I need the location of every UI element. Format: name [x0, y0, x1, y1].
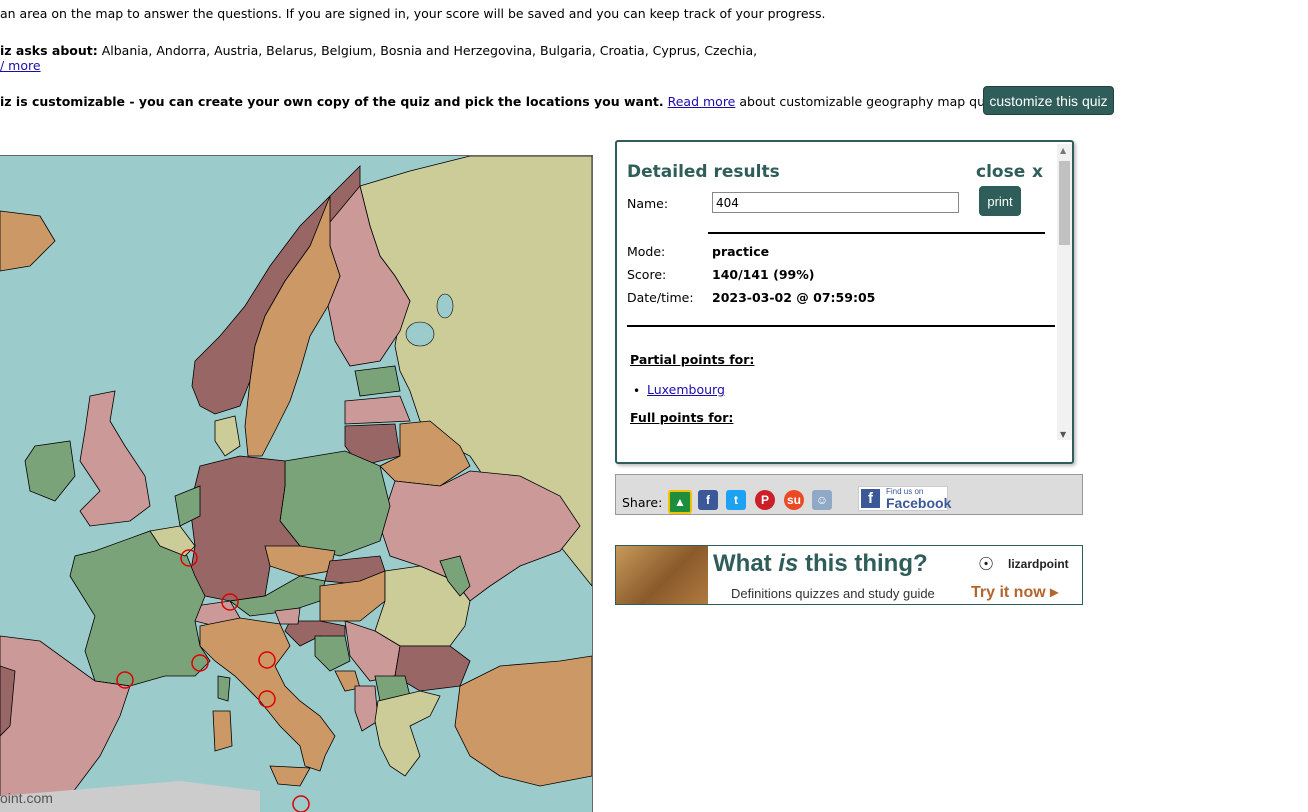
name-input[interactable]	[712, 192, 959, 213]
fb-name-text: Facebook	[886, 495, 952, 511]
read-more-link[interactable]: Read more	[668, 94, 736, 109]
scroll-up-icon[interactable]: ▲	[1060, 146, 1066, 155]
instruction-text: an area on the map to answer the questio…	[0, 6, 826, 21]
customizable-note: iz is customizable - you can create your…	[0, 94, 1020, 109]
map-region-latvia[interactable]	[344, 395, 411, 425]
full-points-heading: Full points for:	[630, 410, 734, 425]
map-credit: oint.com	[0, 790, 53, 806]
results-scroll-area[interactable]: Detailed results close x Name: print Mod…	[617, 142, 1057, 462]
map-region-iceland[interactable]	[0, 210, 56, 272]
divider	[708, 232, 1045, 234]
scrollbar-thumb[interactable]	[1059, 161, 1070, 245]
map-region-sardinia[interactable]	[212, 710, 233, 752]
datetime-label: Date/time:	[627, 290, 694, 305]
mode-label: Mode:	[627, 244, 666, 259]
mode-value: practice	[712, 244, 770, 259]
customizable-rest: about customizable geography map quizzes…	[735, 94, 1020, 109]
results-scrollbar[interactable]: ▲ ▼	[1057, 144, 1072, 440]
ad-cta-link[interactable]: Try it now ▸	[971, 582, 1058, 602]
map-region-greece[interactable]	[374, 690, 441, 777]
ad-banner[interactable]: What is this thing? Definitions quizzes …	[615, 545, 1083, 605]
lizardpoint-logo-icon: ☉	[978, 554, 995, 575]
print-button[interactable]: print	[979, 186, 1021, 216]
map-lake-onega	[436, 293, 454, 319]
ad-headline: What is this thing?	[713, 550, 928, 577]
map-region-denmark[interactable]	[214, 415, 241, 457]
map-region-ireland[interactable]	[24, 440, 76, 502]
share-label: Share:	[622, 495, 663, 510]
divider	[627, 325, 1055, 327]
map-region-france[interactable]	[69, 530, 211, 687]
map-lake-ladoga	[405, 321, 435, 347]
partial-item-link[interactable]: Luxembourg	[647, 382, 725, 397]
ad-subtitle: Definitions quizzes and study guide	[731, 586, 935, 601]
europe-map[interactable]	[0, 155, 593, 812]
stumbleupon-icon[interactable]: su	[784, 490, 804, 510]
map-region-corsica[interactable]	[217, 675, 231, 702]
map-region-czechia[interactable]	[264, 545, 336, 577]
name-label: Name:	[627, 196, 669, 211]
customizable-bold: iz is customizable - you can create your…	[0, 94, 664, 109]
share-bar: Share: ▲ f t P su ☺ f Find us on Faceboo…	[615, 474, 1083, 515]
map-region-bosnia[interactable]	[314, 635, 351, 672]
reddit-icon[interactable]: ☺	[812, 490, 832, 510]
ad-image	[616, 546, 708, 604]
scroll-down-icon[interactable]: ▼	[1060, 430, 1066, 439]
pinterest-icon[interactable]: P	[755, 490, 775, 510]
map-region-albania[interactable]	[354, 685, 379, 732]
score-value: 140/141 (99%)	[712, 267, 815, 282]
map-region-slovenia[interactable]	[274, 607, 301, 625]
ad-brand: lizardpoint	[1008, 557, 1069, 571]
map-region-germany[interactable]	[189, 455, 301, 602]
results-title: Detailed results	[627, 162, 780, 182]
facebook-icon[interactable]: f	[698, 490, 718, 510]
facebook-page-badge[interactable]: f Find us on Facebook	[858, 486, 952, 511]
asks-list: Albania, Andorra, Austria, Belarus, Belg…	[97, 43, 758, 58]
partial-points-heading: Partial points for:	[630, 352, 755, 367]
quiz-asks-about: iz asks about: Albania, Andorra, Austria…	[0, 43, 757, 58]
see-more-link[interactable]: / more	[0, 58, 41, 73]
google-classroom-icon[interactable]: ▲	[668, 490, 692, 514]
map-region-turkey[interactable]	[454, 655, 592, 787]
map-canvas[interactable]	[0, 156, 592, 812]
detailed-results-panel: Detailed results close x Name: print Mod…	[615, 140, 1074, 464]
asks-label: iz asks about:	[0, 43, 98, 58]
list-bullet: •	[633, 384, 641, 398]
score-label: Score:	[627, 267, 667, 282]
close-link[interactable]: close	[976, 162, 1025, 182]
facebook-logo-icon: f	[861, 489, 880, 508]
map-region-sicily[interactable]	[269, 765, 311, 787]
marker-circle[interactable]	[292, 795, 310, 812]
map-region-poland[interactable]	[279, 450, 391, 557]
datetime-value: 2023-03-02 @ 07:59:05	[712, 290, 876, 305]
map-region-uk[interactable]	[79, 390, 151, 527]
customize-quiz-button[interactable]: customize this quiz	[983, 86, 1114, 115]
twitter-icon[interactable]: t	[726, 490, 746, 510]
close-icon[interactable]: x	[1032, 162, 1043, 182]
map-region-estonia[interactable]	[354, 365, 401, 397]
